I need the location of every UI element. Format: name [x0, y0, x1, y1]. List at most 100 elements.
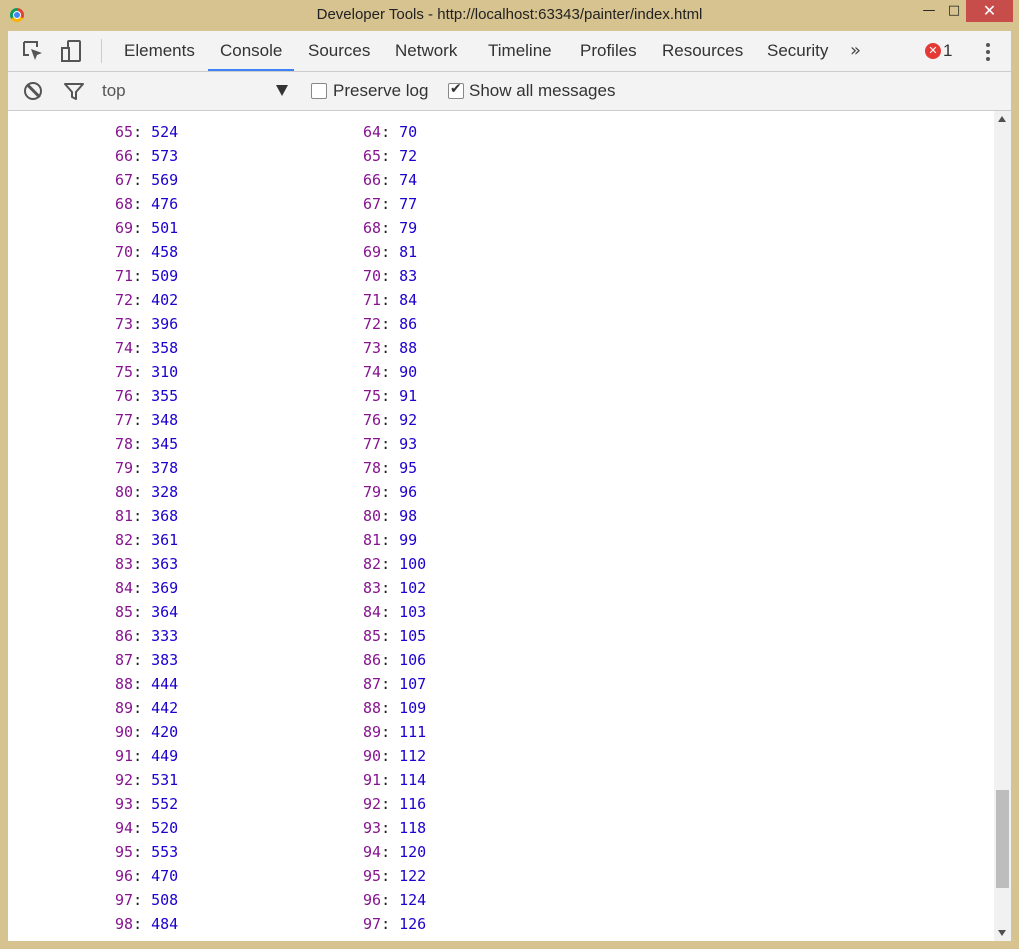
- entry-separator: :: [381, 579, 400, 597]
- entry-key: 98: [115, 915, 134, 933]
- error-icon[interactable]: ✕: [925, 43, 941, 59]
- tab-network[interactable]: Network: [395, 31, 457, 71]
- entry-value: 86: [399, 315, 418, 333]
- entry-value: 99: [399, 531, 418, 549]
- chevron-down-icon[interactable]: [276, 85, 288, 96]
- entry-separator: :: [133, 123, 152, 141]
- tab-resources[interactable]: Resources: [662, 31, 743, 71]
- entry-separator: :: [133, 603, 152, 621]
- console-entry: 86: 106: [363, 648, 426, 672]
- preserve-log-checkbox[interactable]: [311, 83, 327, 99]
- scrollbar-thumb[interactable]: [996, 790, 1009, 888]
- entry-separator: :: [133, 435, 152, 453]
- entry-separator: :: [133, 507, 152, 525]
- entry-key: 88: [115, 675, 134, 693]
- entry-value: 95: [399, 459, 418, 477]
- entry-key: 97: [363, 915, 382, 933]
- entry-key: 67: [115, 171, 134, 189]
- entry-key: 94: [363, 843, 382, 861]
- entry-separator: :: [133, 219, 152, 237]
- toolbar-divider: [101, 39, 102, 63]
- entry-key: 92: [363, 795, 382, 813]
- entry-value: 470: [151, 867, 179, 885]
- entry-separator: :: [381, 795, 400, 813]
- entry-key: 89: [115, 699, 134, 717]
- show-all-messages-label[interactable]: Show all messages: [469, 72, 615, 110]
- console-entry: 95: 553: [115, 840, 178, 864]
- entry-separator: :: [133, 459, 152, 477]
- entry-value: 79: [399, 219, 418, 237]
- entry-value: 98: [399, 507, 418, 525]
- tab-bar: Elements Console Sources Network Timelin…: [8, 31, 1011, 72]
- entry-value: 531: [151, 771, 179, 789]
- show-all-messages-checkbox[interactable]: [448, 81, 464, 99]
- console-entry: 97: 126: [363, 912, 426, 936]
- scroll-up-arrow-icon[interactable]: [998, 116, 1006, 122]
- console-entry: 77: 93: [363, 432, 417, 456]
- console-output[interactable]: 65: 524 66: 573 67: 569 68: 476 69: 501 70: 4…: [8, 111, 1011, 941]
- minimize-button[interactable]: —: [916, 0, 942, 22]
- entry-key: 95: [363, 867, 382, 885]
- console-entry: 80: 98: [363, 504, 417, 528]
- console-entry: 85: 105: [363, 624, 426, 648]
- entry-key: 82: [363, 555, 382, 573]
- entry-value: 77: [399, 195, 418, 213]
- entry-key: 74: [363, 363, 382, 381]
- device-mode-icon[interactable]: [60, 39, 84, 63]
- console-entry: 87: 383: [115, 648, 178, 672]
- entry-value: 70: [399, 123, 418, 141]
- entry-key: 64: [363, 123, 382, 141]
- console-entry: 78: 345: [115, 432, 178, 456]
- entry-value: 100: [399, 555, 427, 573]
- entry-key: 65: [115, 123, 134, 141]
- console-scrollbar[interactable]: [994, 111, 1011, 941]
- tab-timeline[interactable]: Timeline: [488, 31, 552, 71]
- error-count[interactable]: 1: [943, 31, 952, 71]
- entry-key: 79: [363, 483, 382, 501]
- entry-separator: :: [381, 147, 400, 165]
- entry-key: 81: [115, 507, 134, 525]
- entry-key: 78: [363, 459, 382, 477]
- tab-elements[interactable]: Elements: [124, 31, 195, 71]
- close-button[interactable]: ✕: [966, 0, 1013, 22]
- context-selector[interactable]: top: [102, 72, 126, 110]
- preserve-log-label[interactable]: Preserve log: [333, 72, 428, 110]
- tab-security[interactable]: Security: [767, 31, 828, 71]
- entry-separator: :: [381, 435, 400, 453]
- entry-key: 92: [115, 771, 134, 789]
- more-options-icon[interactable]: [983, 41, 993, 63]
- entry-key: 80: [115, 483, 134, 501]
- entry-key: 95: [115, 843, 134, 861]
- filter-icon[interactable]: [64, 83, 84, 101]
- tab-sources[interactable]: Sources: [308, 31, 370, 71]
- entry-separator: :: [133, 195, 152, 213]
- title-bar[interactable]: Developer Tools - http://localhost:63343…: [0, 0, 1019, 31]
- entry-separator: :: [381, 507, 400, 525]
- tab-profiles[interactable]: Profiles: [580, 31, 637, 71]
- console-entry: 74: 358: [115, 336, 178, 360]
- entry-key: 79: [115, 459, 134, 477]
- inspect-element-icon[interactable]: [21, 39, 45, 63]
- entry-separator: :: [381, 555, 400, 573]
- entry-separator: :: [381, 843, 400, 861]
- more-tabs-button[interactable]: »: [850, 31, 861, 71]
- console-entry: 72: 86: [363, 312, 417, 336]
- entry-separator: :: [381, 747, 400, 765]
- entry-separator: :: [133, 363, 152, 381]
- entry-value: 355: [151, 387, 179, 405]
- entry-key: 69: [363, 243, 382, 261]
- tab-console[interactable]: Console: [207, 31, 295, 71]
- entry-separator: :: [133, 579, 152, 597]
- maximize-button[interactable]: □: [941, 0, 967, 22]
- console-entry: 67: 77: [363, 192, 417, 216]
- entry-value: 364: [151, 603, 179, 621]
- entry-separator: :: [133, 171, 152, 189]
- console-entry: 91: 449: [115, 744, 178, 768]
- console-entry: 75: 310: [115, 360, 178, 384]
- console-entry: 81: 99: [363, 528, 417, 552]
- console-entry: 66: 74: [363, 168, 417, 192]
- entry-value: 501: [151, 219, 179, 237]
- entry-value: 442: [151, 699, 179, 717]
- clear-console-icon[interactable]: [24, 82, 42, 100]
- scroll-down-arrow-icon[interactable]: [998, 930, 1006, 936]
